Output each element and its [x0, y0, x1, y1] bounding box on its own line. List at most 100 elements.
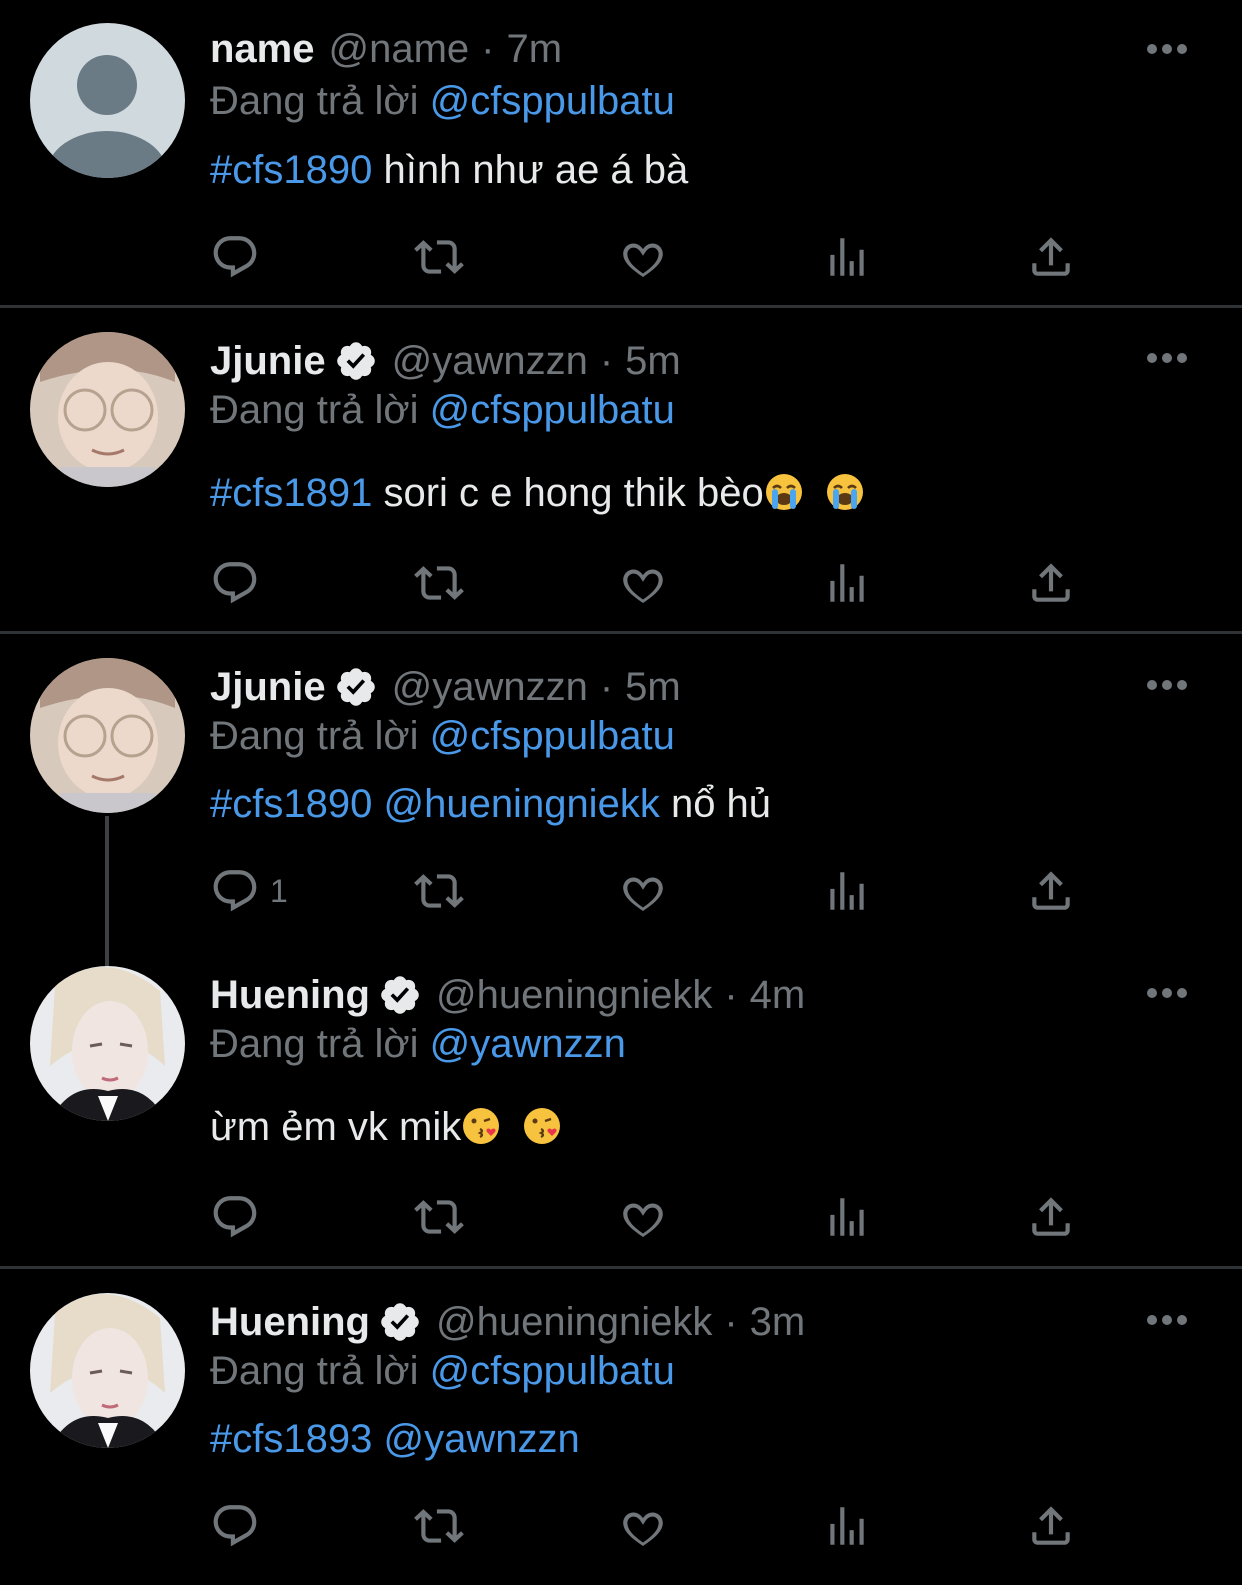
avatar[interactable] — [30, 332, 185, 487]
tweet-5[interactable]: Huening @hueningniekk · 3m Đang trả lời … — [0, 1269, 1242, 1585]
tweet-header: Jjunie @yawnzzn · 5m — [210, 658, 681, 716]
tweet-text: #cfs1890 hình như ae á bà — [210, 142, 688, 198]
avatar[interactable] — [30, 1293, 185, 1448]
reply-to-link[interactable]: @cfsppulbatu — [430, 1349, 675, 1393]
verified-badge-icon[interactable] — [334, 339, 378, 383]
reply-to-link[interactable]: @cfsppulbatu — [430, 79, 675, 123]
separator: · — [599, 665, 614, 709]
like-icon — [618, 1501, 668, 1551]
reply-icon — [210, 866, 260, 916]
like-icon — [618, 232, 668, 282]
tweet-text: ừm ẻm vk mik — [210, 1099, 562, 1155]
tweet-actions — [210, 1192, 1110, 1242]
reply-prefix: Đang trả lời — [210, 1349, 419, 1393]
reply-to-link[interactable]: @yawnzzn — [430, 1022, 626, 1066]
timestamp[interactable]: 5m — [625, 332, 681, 390]
more-icon[interactable] — [1146, 1313, 1188, 1327]
reply-button[interactable] — [210, 232, 270, 282]
reply-button[interactable] — [210, 1192, 270, 1242]
author-name[interactable]: name — [210, 20, 315, 78]
author-handle[interactable]: @yawnzzn — [392, 332, 588, 390]
views-button[interactable] — [822, 1501, 872, 1551]
hashtag-link[interactable]: #cfs1893 — [210, 1417, 372, 1461]
face-blowing-kiss-icon — [461, 1106, 501, 1146]
more-icon[interactable] — [1146, 678, 1188, 692]
reply-to-link[interactable]: @cfsppulbatu — [430, 388, 675, 432]
author-name[interactable]: Jjunie — [210, 658, 326, 716]
tweet-text-content: hình như ae á bà — [383, 148, 689, 192]
timestamp[interactable]: 4m — [750, 966, 806, 1024]
tweet-4[interactable]: Huening @hueningniekk · 4m Đang trả lời … — [0, 942, 1242, 1266]
mention-link[interactable]: @yawnzzn — [383, 1417, 579, 1461]
author-name[interactable]: Huening — [210, 1293, 370, 1351]
author-handle[interactable]: @hueningniekk — [436, 1293, 712, 1351]
replying-to: Đang trả lời @yawnzzn — [210, 1019, 626, 1069]
views-icon — [822, 1192, 872, 1242]
author-handle[interactable]: @yawnzzn — [392, 658, 588, 716]
share-button[interactable] — [1026, 558, 1076, 608]
views-button[interactable] — [822, 232, 872, 282]
share-button[interactable] — [1026, 1192, 1076, 1242]
tweet-2[interactable]: Jjunie @yawnzzn · 5m Đang trả lời @cfspp… — [0, 308, 1242, 632]
views-icon — [822, 232, 872, 282]
tweet-actions: 1 — [210, 866, 1110, 916]
views-icon — [822, 866, 872, 916]
tweet-text: #cfs1891 sori c e hong thik bèo — [210, 465, 865, 521]
reply-icon — [210, 1501, 260, 1551]
more-icon[interactable] — [1146, 986, 1188, 1000]
views-button[interactable] — [822, 1192, 872, 1242]
author-handle[interactable]: @hueningniekk — [436, 966, 712, 1024]
verified-badge-icon[interactable] — [378, 1300, 422, 1344]
avatar[interactable] — [30, 658, 185, 813]
hashtag-link[interactable]: #cfs1890 — [210, 782, 372, 826]
retweet-button[interactable] — [414, 1192, 464, 1242]
more-icon[interactable] — [1146, 42, 1188, 56]
author-handle[interactable]: @name — [329, 20, 470, 78]
retweet-button[interactable] — [414, 1501, 464, 1551]
tweet-actions — [210, 558, 1110, 608]
share-button[interactable] — [1026, 232, 1076, 282]
loudly-crying-face-icon — [825, 472, 865, 512]
tweet-3[interactable]: Jjunie @yawnzzn · 5m Đang trả lời @cfspp… — [0, 634, 1242, 940]
tweet-actions — [210, 1501, 1110, 1551]
avatar[interactable] — [30, 966, 185, 1121]
share-icon — [1026, 232, 1076, 282]
retweet-button[interactable] — [414, 866, 464, 916]
reply-icon — [210, 232, 260, 282]
like-button[interactable] — [618, 866, 668, 916]
author-name[interactable]: Huening — [210, 966, 370, 1024]
timestamp[interactable]: 5m — [625, 658, 681, 716]
reply-to-link[interactable]: @cfsppulbatu — [430, 714, 675, 758]
mention-link[interactable]: @hueningniekk — [383, 782, 659, 826]
avatar[interactable] — [30, 23, 185, 178]
views-button[interactable] — [822, 558, 872, 608]
verified-badge-icon[interactable] — [378, 973, 422, 1017]
like-button[interactable] — [618, 558, 668, 608]
tweet-1[interactable]: name @name · 7m Đang trả lời @cfsppulbat… — [0, 0, 1242, 306]
replying-to: Đang trả lời @cfsppulbatu — [210, 76, 675, 126]
reply-icon — [210, 1192, 260, 1242]
author-name[interactable]: Jjunie — [210, 332, 326, 390]
like-button[interactable] — [618, 232, 668, 282]
hashtag-link[interactable]: #cfs1891 — [210, 471, 372, 515]
timestamp[interactable]: 3m — [750, 1293, 806, 1351]
like-button[interactable] — [618, 1192, 668, 1242]
tweet-header: Huening @hueningniekk · 3m — [210, 1293, 805, 1351]
tweet-text: #cfs1893 @yawnzzn — [210, 1411, 580, 1467]
more-icon[interactable] — [1146, 351, 1188, 365]
verified-badge-icon[interactable] — [334, 665, 378, 709]
reply-button[interactable] — [210, 558, 270, 608]
share-icon — [1026, 866, 1076, 916]
retweet-button[interactable] — [414, 232, 464, 282]
tweet-header: Huening @hueningniekk · 4m — [210, 966, 805, 1024]
reply-prefix: Đang trả lời — [210, 79, 419, 123]
share-button[interactable] — [1026, 1501, 1076, 1551]
retweet-button[interactable] — [414, 558, 464, 608]
reply-button[interactable]: 1 — [210, 866, 288, 916]
views-button[interactable] — [822, 866, 872, 916]
hashtag-link[interactable]: #cfs1890 — [210, 148, 372, 192]
like-button[interactable] — [618, 1501, 668, 1551]
timestamp[interactable]: 7m — [507, 20, 563, 78]
share-button[interactable] — [1026, 866, 1076, 916]
reply-button[interactable] — [210, 1501, 270, 1551]
